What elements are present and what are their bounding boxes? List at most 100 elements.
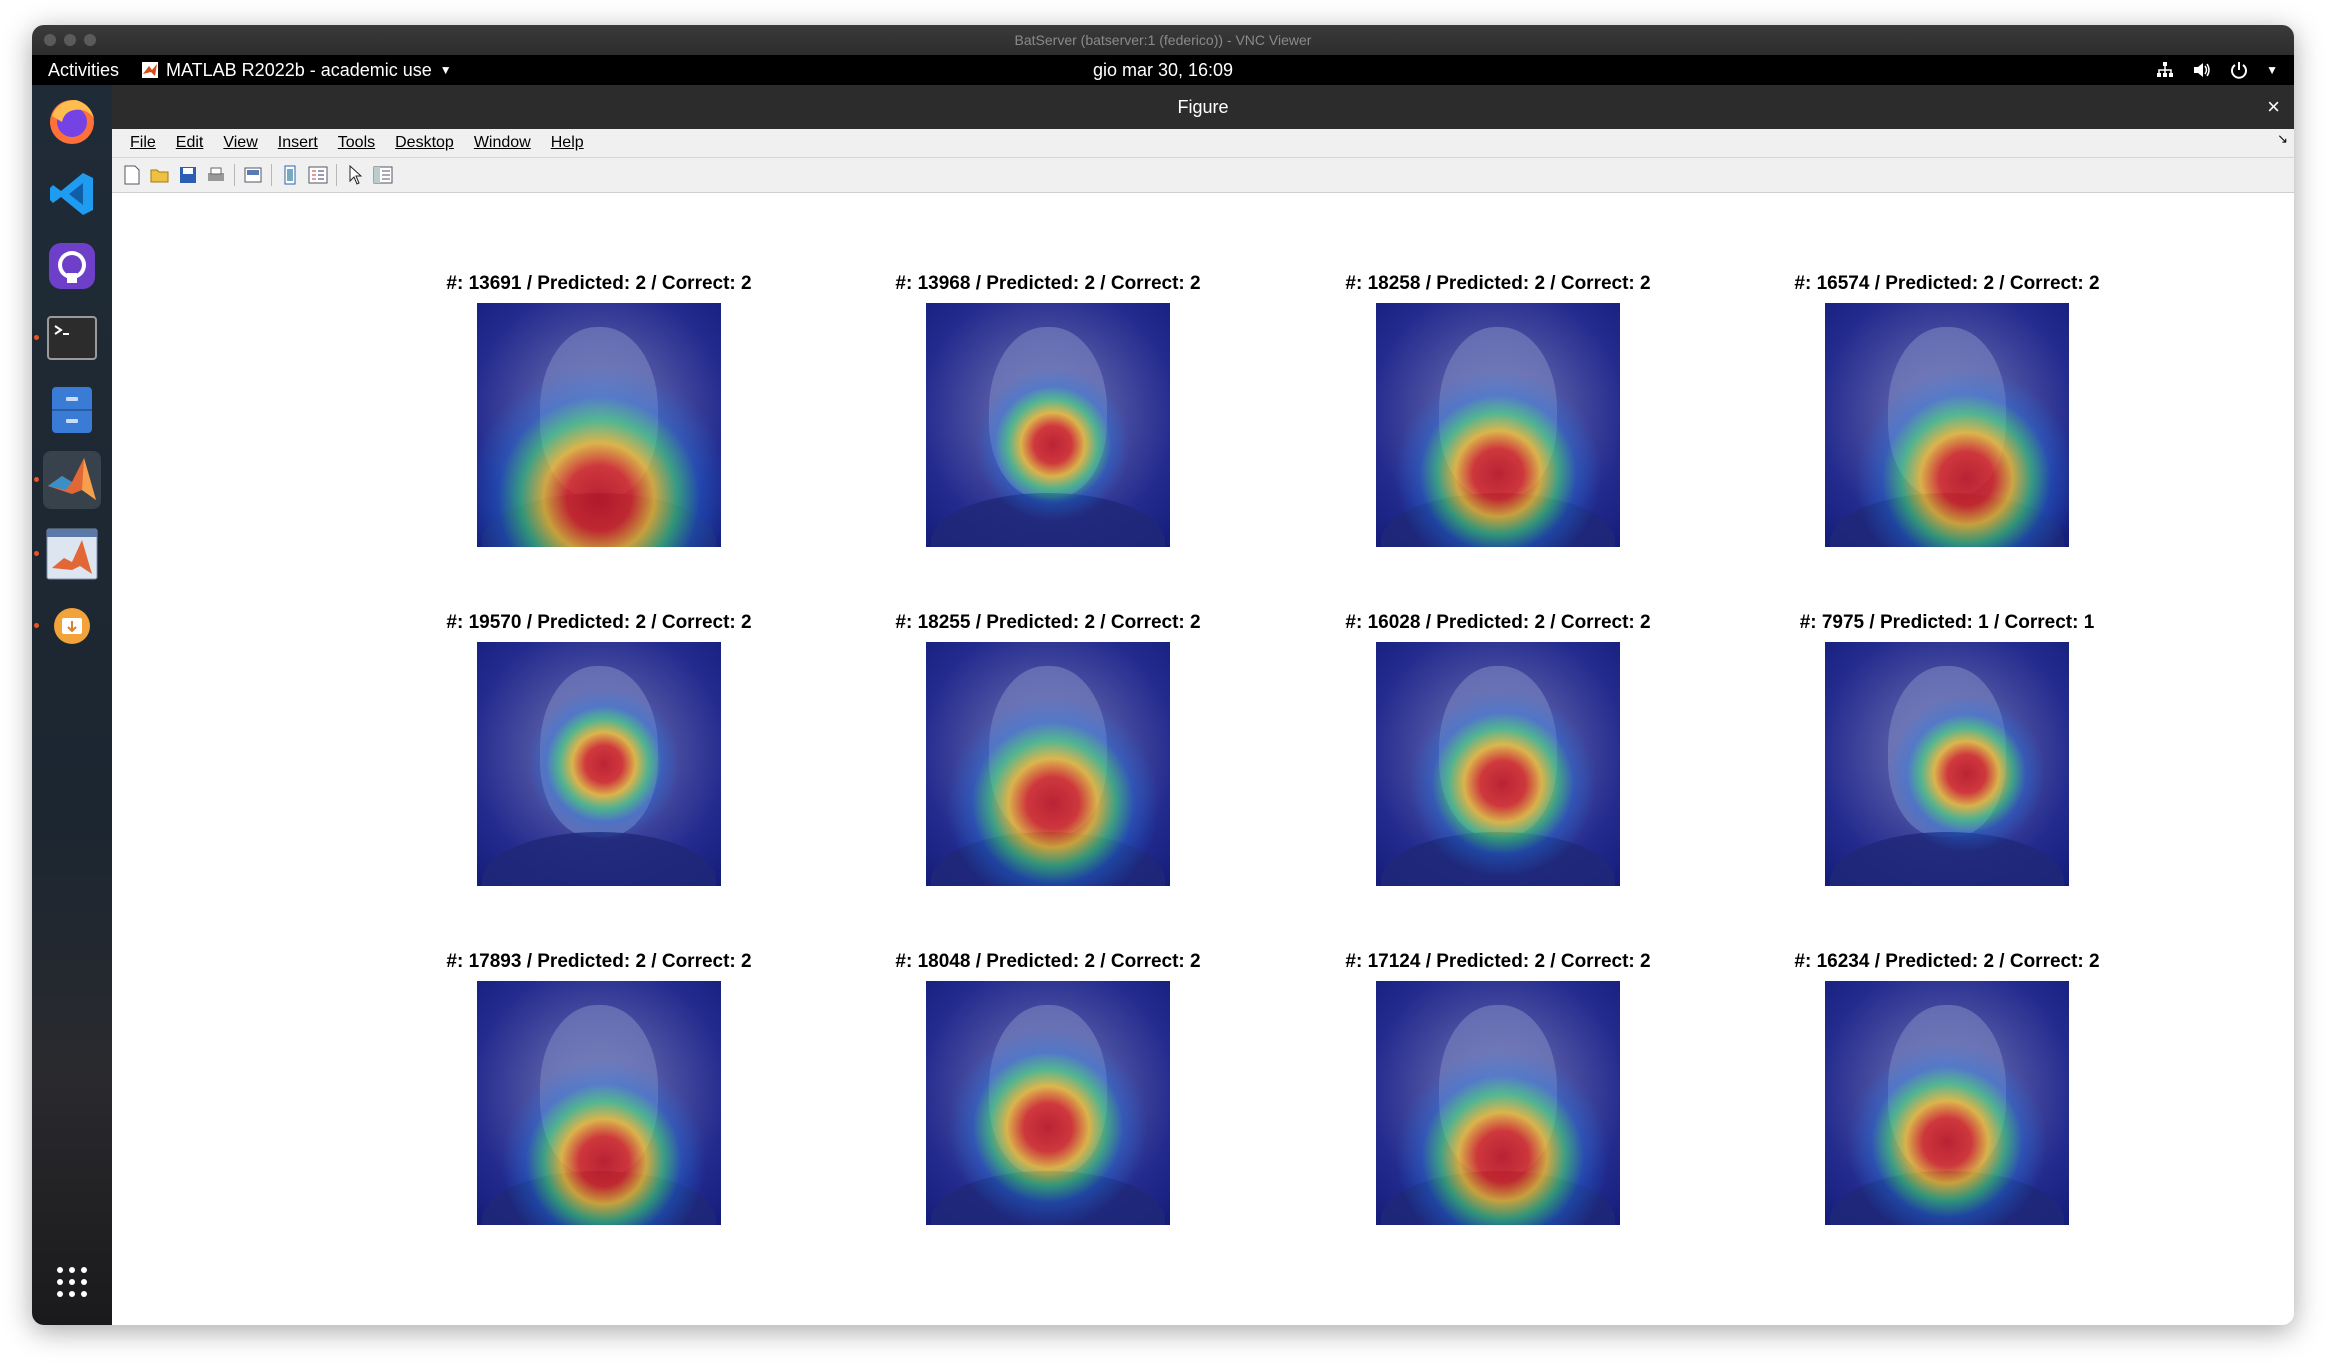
dock-item-firefox[interactable] [43, 93, 101, 151]
link-plot-icon [284, 165, 296, 185]
gradcam-heatmap-image [1376, 303, 1620, 547]
heatmap-overlay [1825, 981, 2069, 1225]
volume-icon [2194, 63, 2210, 77]
subplot-title: #: 17124 / Predicted: 2 / Correct: 2 [1345, 951, 1651, 972]
vnc-viewer-window: BatServer (batserver:1 (federico)) - VNC… [32, 25, 2294, 1325]
gradcam-heatmap-image [477, 981, 721, 1225]
dock-item-github[interactable] [43, 237, 101, 295]
subplot-title: #: 16574 / Predicted: 2 / Correct: 2 [1794, 273, 2100, 294]
menu-file[interactable]: File [120, 129, 166, 157]
figure-menubar: File Edit View Insert Tools Desktop Wind… [112, 129, 2294, 158]
dock-item-matlab[interactable] [34, 451, 101, 509]
matlab-icon [48, 458, 96, 500]
select-arrow-button[interactable] [341, 161, 369, 189]
open-file-button[interactable] [146, 161, 174, 189]
subplot-title: #: 16234 / Predicted: 2 / Correct: 2 [1794, 951, 2100, 972]
menu-view[interactable]: View [213, 129, 267, 157]
menu-insert[interactable]: Insert [268, 129, 328, 157]
subplot-title: #: 18258 / Predicted: 2 / Correct: 2 [1345, 273, 1651, 294]
heatmap-overlay [477, 303, 721, 547]
vnc-titlebar[interactable]: BatServer (batserver:1 (federico)) - VNC… [32, 25, 2294, 56]
dock-item-terminal[interactable] [34, 309, 101, 367]
running-indicator [34, 551, 39, 556]
dock-figure-arrow-icon[interactable]: ↘ [2277, 131, 2288, 147]
dock-item-files[interactable] [43, 381, 101, 439]
figure-title: Figure [1177, 97, 1229, 117]
menu-help[interactable]: Help [541, 129, 594, 157]
print-preview-button[interactable] [239, 161, 267, 189]
gradcam-heatmap-image [477, 303, 721, 547]
link-plot-button[interactable] [276, 161, 304, 189]
gradcam-heatmap-image [1376, 981, 1620, 1225]
menu-edit[interactable]: Edit [166, 129, 214, 157]
open-file-icon [150, 169, 169, 183]
subplot-title: #: 17893 / Predicted: 2 / Correct: 2 [446, 951, 752, 972]
dock-item-matlab-window[interactable] [34, 525, 101, 583]
heatmap-overlay [1825, 642, 2069, 886]
firefox-icon [50, 100, 94, 144]
heatmap-overlay [1376, 642, 1620, 886]
menu-window[interactable]: Window [464, 129, 541, 157]
heatmap-overlay [1825, 303, 2069, 547]
subplot-title: #: 13691 / Predicted: 2 / Correct: 2 [446, 273, 752, 294]
menu-desktop[interactable]: Desktop [385, 129, 464, 157]
dock-item-vscode[interactable] [43, 165, 101, 223]
chevron-down-icon: ▼ [2266, 63, 2278, 77]
gradcam-heatmap-image [1825, 303, 2069, 547]
new-figure-button[interactable] [118, 161, 146, 189]
matlab-figure-window: Figure × File Edit View Insert Tools Des… [112, 85, 2294, 1325]
gradcam-heatmap-image [926, 303, 1170, 547]
matlab-window-icon [46, 528, 98, 580]
gradcam-heatmap-image [1825, 642, 2069, 886]
new-figure-icon [124, 165, 140, 185]
dock-item-show-apps[interactable] [43, 1253, 101, 1311]
heatmap-overlay [1376, 981, 1620, 1225]
gradcam-heatmap-image [1825, 981, 2069, 1225]
running-indicator [34, 477, 39, 482]
gradcam-heatmap-image [477, 642, 721, 886]
github-desktop-icon [49, 243, 95, 289]
running-indicator [34, 335, 39, 340]
heatmap-overlay [477, 642, 721, 886]
print-button[interactable] [202, 161, 230, 189]
vscode-icon [50, 173, 93, 215]
subplot-title: #: 16028 / Predicted: 2 / Correct: 2 [1345, 612, 1651, 633]
heatmap-overlay [926, 303, 1170, 547]
power-icon [2231, 62, 2248, 79]
clock[interactable]: gio mar 30, 16:09 [32, 55, 2294, 85]
save-icon [180, 167, 196, 183]
subplot-title: #: 7975 / Predicted: 1 / Correct: 1 [1799, 612, 2095, 633]
close-icon[interactable]: × [2267, 85, 2280, 129]
network-icon [2157, 62, 2174, 77]
subplot-title: #: 18255 / Predicted: 2 / Correct: 2 [895, 612, 1201, 633]
heatmap-overlay [1376, 303, 1620, 547]
print-preview-icon [244, 167, 262, 183]
subplot-title: #: 18048 / Predicted: 2 / Correct: 2 [895, 951, 1201, 972]
toolbar-separator [234, 164, 235, 186]
show-apps-icon [57, 1267, 87, 1297]
dock [32, 85, 112, 1325]
heatmap-overlay [926, 642, 1170, 886]
terminal-icon [47, 316, 97, 360]
gradcam-heatmap-image [926, 642, 1170, 886]
print-icon [208, 167, 224, 181]
gradcam-heatmap-image [1376, 642, 1620, 886]
running-indicator [34, 623, 39, 628]
gradcam-heatmap-image [926, 981, 1170, 1225]
insert-legend-icon [308, 166, 328, 184]
dock-item-updater[interactable] [34, 597, 101, 655]
insert-legend-button[interactable] [304, 161, 332, 189]
property-inspector-button[interactable] [369, 161, 397, 189]
system-tray[interactable]: ▼ [2156, 55, 2278, 85]
property-inspector-icon [373, 166, 393, 184]
select-arrow-icon [349, 165, 362, 185]
gnome-top-bar: Activities MATLAB R2022b - academic use … [32, 55, 2294, 85]
heatmap-overlay [477, 981, 721, 1225]
heatmap-overlay [926, 981, 1170, 1225]
subplot-title: #: 19570 / Predicted: 2 / Correct: 2 [446, 612, 752, 633]
menu-tools[interactable]: Tools [328, 129, 385, 157]
vnc-window-title: BatServer (batserver:1 (federico)) - VNC… [1014, 32, 1312, 48]
figure-titlebar[interactable]: Figure × [112, 85, 2294, 129]
save-button[interactable] [174, 161, 202, 189]
subplot-title: #: 13968 / Predicted: 2 / Correct: 2 [895, 273, 1201, 294]
